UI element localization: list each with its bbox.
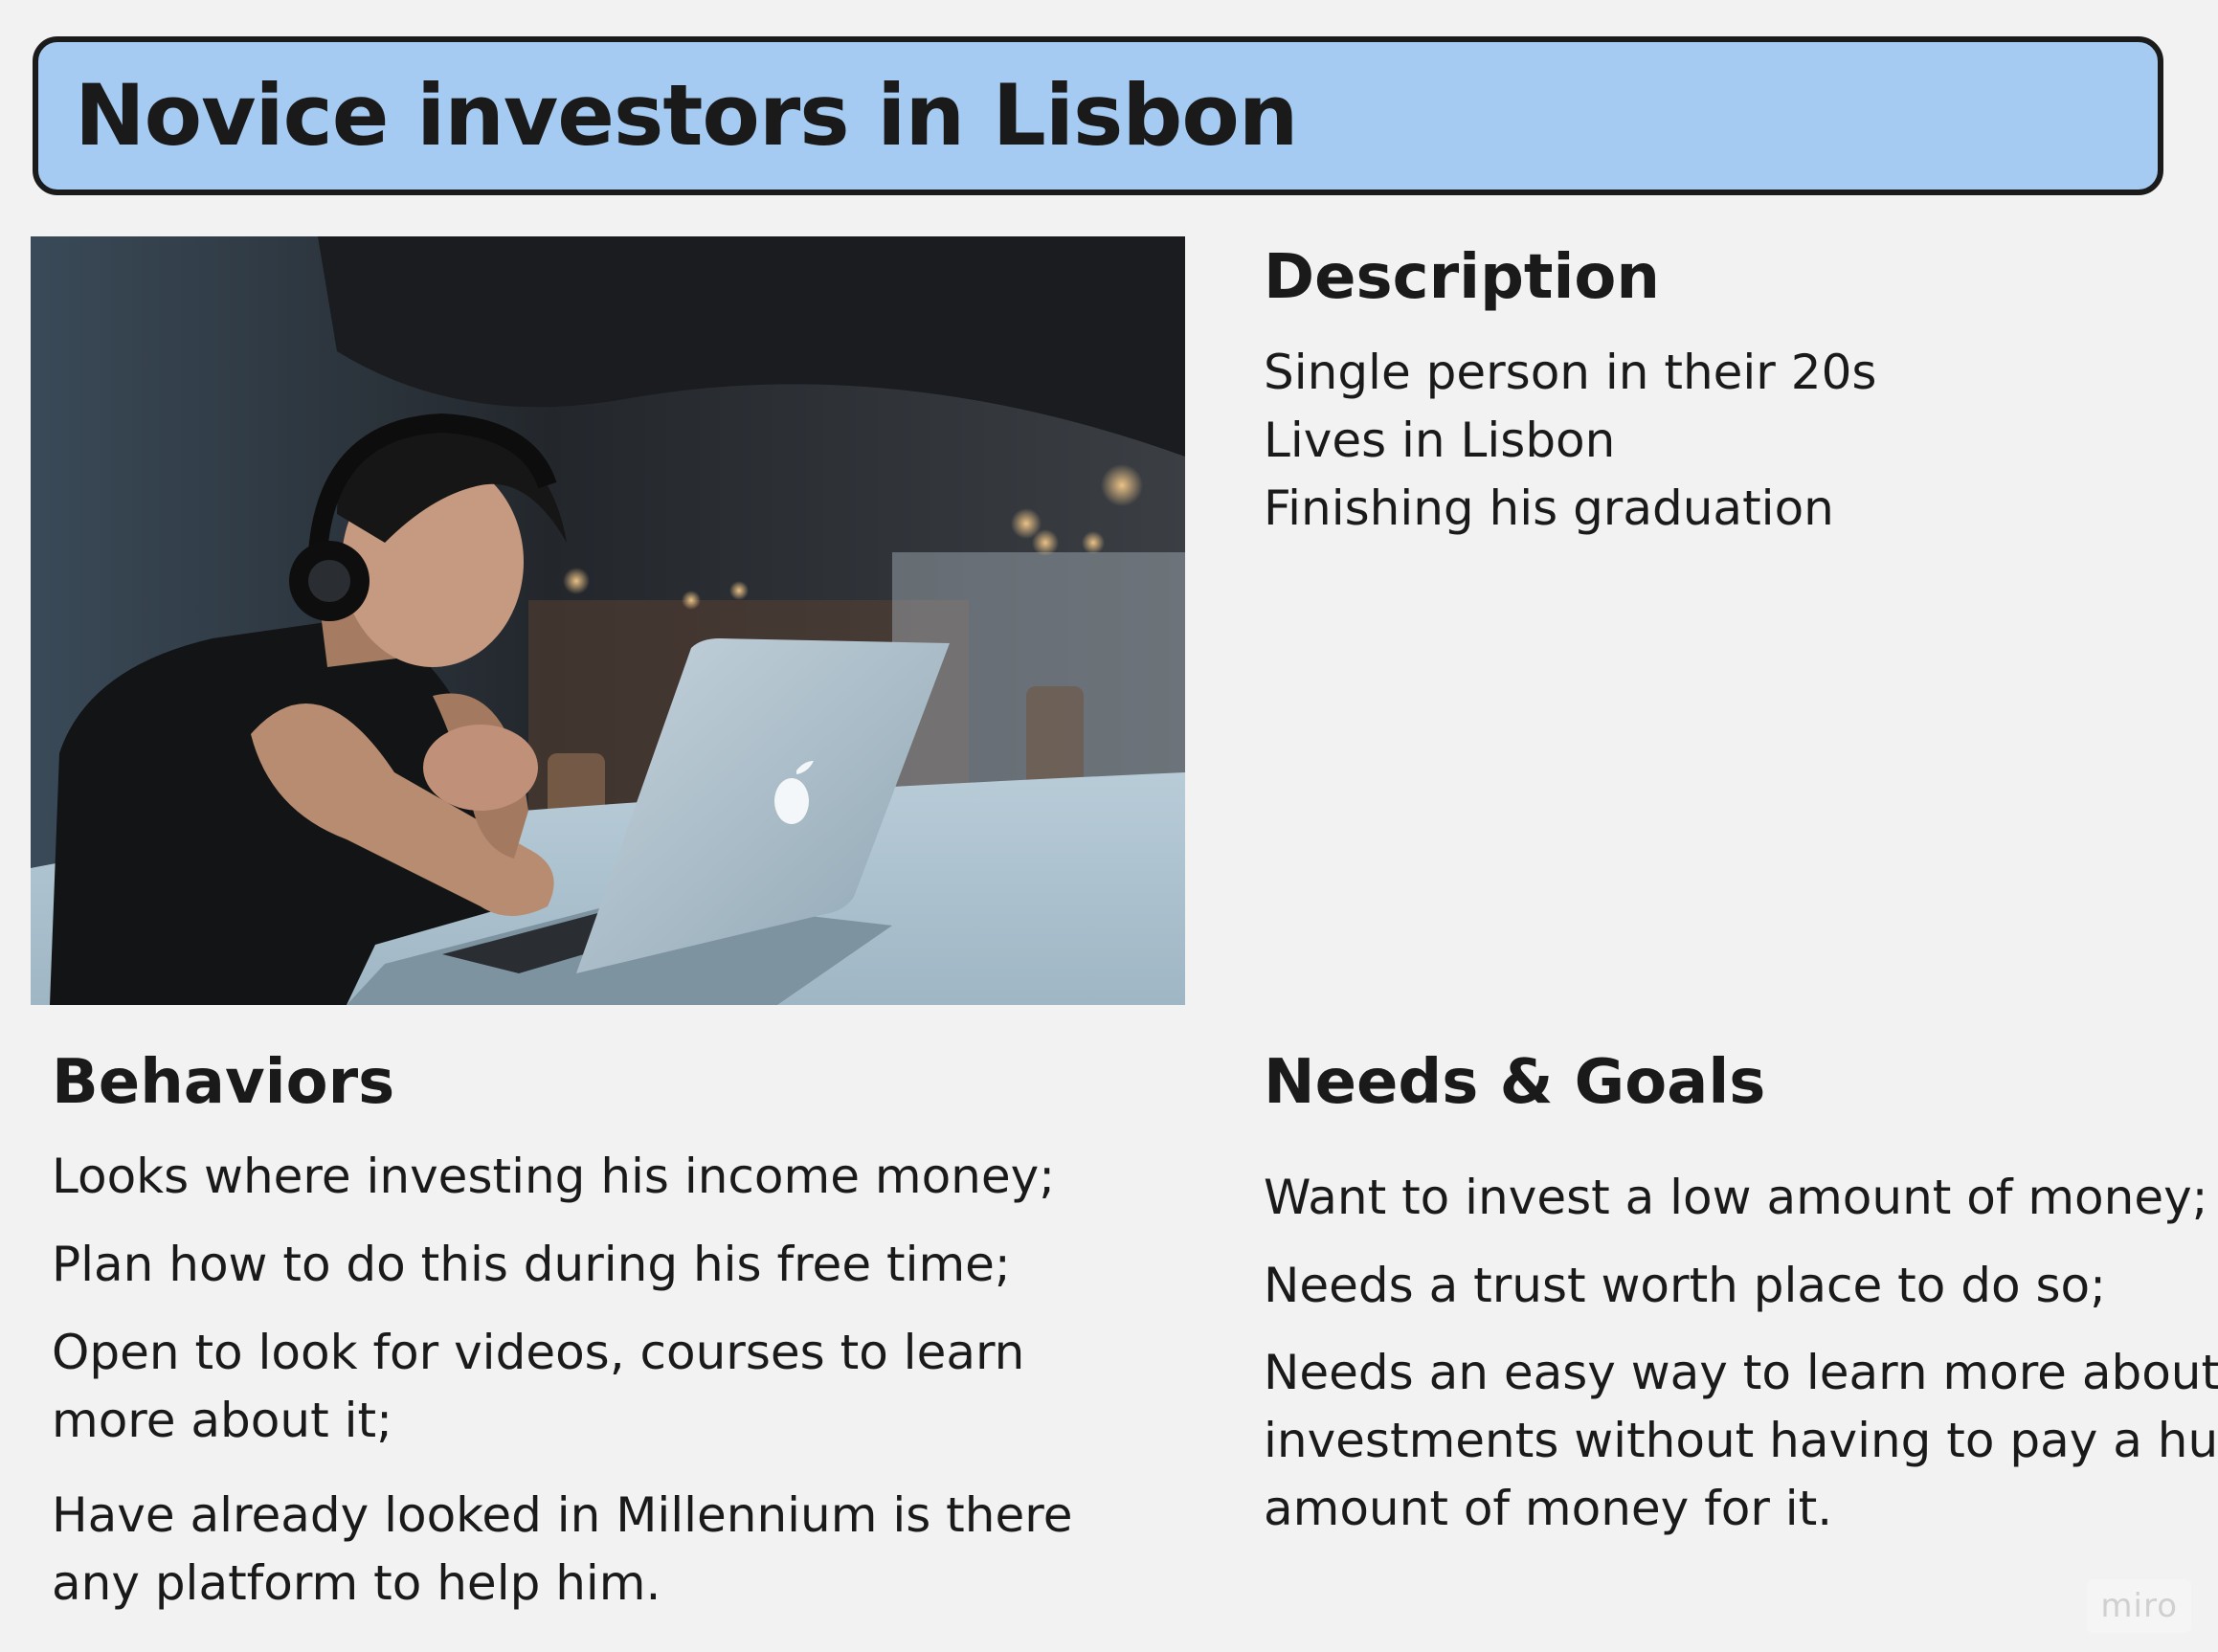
- behavior-item: Looks where investing his income money;: [52, 1149, 1056, 1204]
- description-heading: Description: [1264, 242, 1660, 313]
- persona-photo[interactable]: [31, 236, 1185, 1005]
- needs-goal-item: Want to invest a low amount of money;: [1264, 1170, 2208, 1225]
- needs-goal-item: Needs an easy way to learn more about: [1264, 1345, 2218, 1400]
- behavior-item: Plan how to do this during his free time…: [52, 1237, 1011, 1292]
- needs-goal-item-continued: amount of money for it.: [1264, 1481, 1833, 1536]
- needs-goal-item-continued: investments without having to pay a huge: [1264, 1413, 2218, 1468]
- needs-goals-heading: Needs & Goals: [1264, 1047, 1766, 1118]
- page-title: Novice investors in Lisbon: [75, 66, 1298, 165]
- behavior-item: Have already looked in Millennium is the…: [52, 1487, 1073, 1543]
- behaviors-heading: Behaviors: [52, 1047, 395, 1118]
- behavior-item-continued: more about it;: [52, 1393, 392, 1448]
- description-item: Lives in Lisbon: [1264, 413, 1616, 468]
- person-at-laptop-illustration: [31, 236, 1185, 1005]
- description-item: Finishing his graduation: [1264, 480, 1834, 536]
- miro-watermark: miro: [2087, 1579, 2191, 1633]
- behavior-item-continued: any platform to help him.: [52, 1555, 661, 1611]
- title-banner[interactable]: Novice investors in Lisbon: [33, 36, 2163, 195]
- behavior-item: Open to look for videos, courses to lear…: [52, 1325, 1025, 1380]
- needs-goal-item: Needs a trust worth place to do so;: [1264, 1258, 2106, 1313]
- description-item: Single person in their 20s: [1264, 345, 1877, 400]
